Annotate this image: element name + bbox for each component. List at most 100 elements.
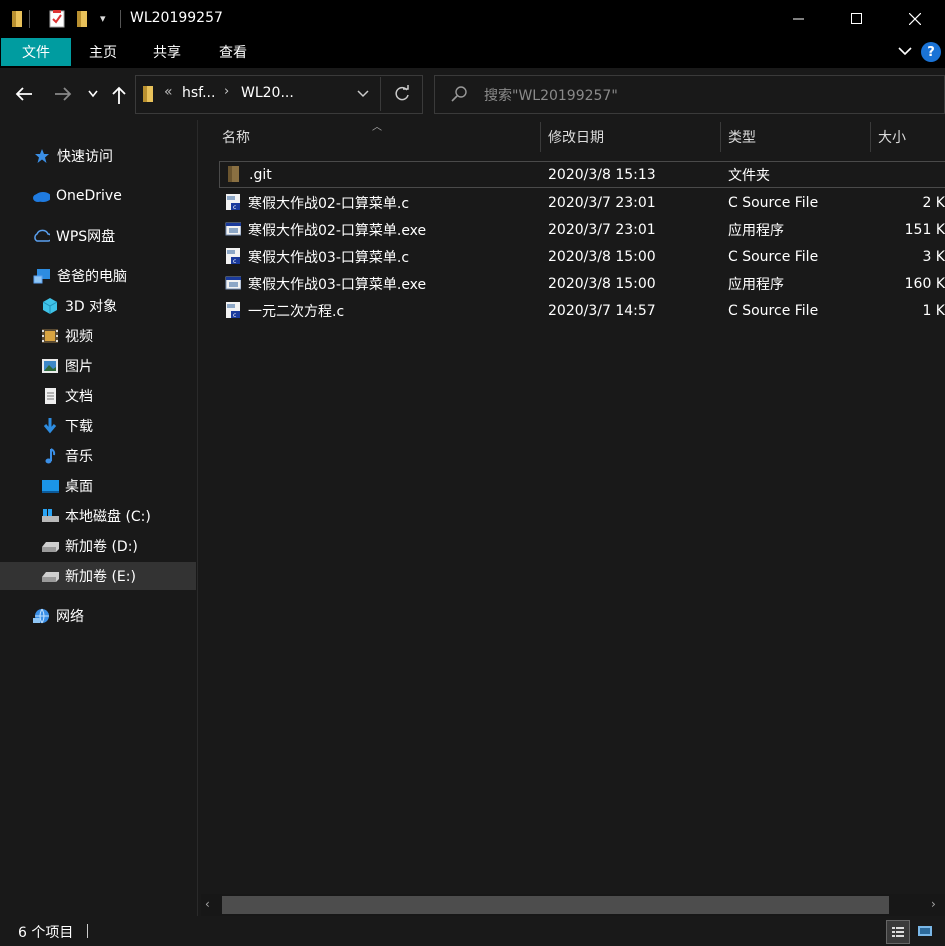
sidebar-item-drive-d[interactable]: 新加卷 (D:) — [0, 532, 196, 560]
chevron-down-icon — [898, 47, 912, 56]
computer-icon — [33, 267, 51, 285]
sidebar-item-videos[interactable]: 视频 — [0, 322, 196, 350]
file-size: 1 K — [922, 302, 945, 319]
tab-home[interactable]: 主页 — [80, 38, 126, 66]
arrow-right-icon — [55, 87, 72, 101]
exe-icon — [225, 222, 241, 236]
file-name: .git — [249, 166, 272, 183]
new-folder-icon[interactable] — [75, 10, 91, 32]
column-separator[interactable] — [870, 122, 871, 152]
sidebar-item-label: 音乐 — [65, 449, 93, 465]
sidebar-item-label: OneDrive — [56, 188, 122, 204]
column-separator[interactable] — [540, 122, 541, 152]
sidebar-item-this-pc[interactable]: 爸爸的电脑 — [0, 262, 196, 290]
arrow-up-icon — [112, 86, 126, 104]
close-button[interactable] — [886, 0, 944, 38]
separator — [29, 10, 30, 28]
folder-icon — [10, 10, 26, 32]
address-bar[interactable]: « hsf... › WL20... — [135, 75, 423, 114]
scroll-thumb[interactable] — [222, 896, 889, 914]
column-header-type[interactable]: 类型 — [728, 122, 868, 152]
up-button[interactable] — [110, 85, 128, 109]
drive-c-icon — [41, 507, 59, 525]
column-separator[interactable] — [720, 122, 721, 152]
file-row[interactable]: 寒假大作战03-口算菜单.exe 2020/3/8 15:00 应用程序 160… — [219, 270, 945, 297]
file-name: 一元二次方程.c — [248, 303, 345, 320]
sidebar-item-3d-objects[interactable]: 3D 对象 — [0, 292, 196, 320]
overflow-breadcrumb[interactable]: « — [164, 84, 173, 100]
file-date: 2020/3/7 23:01 — [548, 194, 656, 211]
sidebar-item-onedrive[interactable]: OneDrive — [0, 182, 196, 210]
scroll-left-button[interactable]: ‹ — [205, 897, 210, 911]
minimize-icon — [793, 18, 804, 20]
file-type: C Source File — [728, 302, 819, 319]
sidebar-item-quick-access[interactable]: 快速访问 — [0, 142, 196, 170]
sidebar-item-label: 网络 — [56, 609, 84, 625]
file-date: 2020/3/7 23:01 — [548, 221, 656, 238]
breadcrumb-item[interactable]: WL20... — [241, 85, 294, 101]
search-box[interactable]: 搜索"WL20199257" — [434, 75, 945, 114]
breadcrumb-item[interactable]: hsf... — [182, 85, 215, 101]
sidebar-item-label: 新加卷 (E:) — [65, 569, 136, 585]
address-history-button[interactable] — [356, 88, 370, 104]
recent-locations-button[interactable] — [86, 88, 100, 104]
large-icons-view-button[interactable] — [914, 921, 936, 941]
sidebar-item-desktop[interactable]: 桌面 — [0, 472, 196, 500]
expand-ribbon-button[interactable] — [897, 43, 913, 63]
sidebar-item-drive-c[interactable]: 本地磁盘 (C:) — [0, 502, 196, 530]
file-size: 3 K — [922, 248, 945, 265]
properties-icon[interactable] — [48, 9, 66, 33]
sidebar-item-downloads[interactable]: 下载 — [0, 412, 196, 440]
column-header-name[interactable]: 名称 — [222, 122, 538, 152]
help-icon[interactable]: ? — [921, 42, 941, 62]
file-name: 寒假大作战03-口算菜单.exe — [248, 276, 427, 293]
file-type: 文件夹 — [728, 167, 770, 184]
drive-icon — [41, 537, 59, 555]
back-button[interactable] — [14, 85, 34, 107]
sidebar-item-documents[interactable]: 文档 — [0, 382, 196, 410]
file-row[interactable]: 寒假大作战02-口算菜单.exe 2020/3/7 23:01 应用程序 151… — [219, 216, 945, 243]
customize-toolbar-icon[interactable]: ▾ — [100, 12, 106, 25]
maximize-button[interactable] — [828, 0, 886, 38]
file-type: 应用程序 — [728, 276, 784, 293]
download-icon — [41, 417, 59, 435]
file-date: 2020/3/7 14:57 — [548, 302, 656, 319]
file-name: 寒假大作战02-口算菜单.exe — [248, 222, 427, 239]
sidebar-item-network[interactable]: 网络 — [0, 602, 196, 630]
file-row[interactable]: .git 2020/3/8 15:13 文件夹 — [219, 161, 945, 188]
sidebar-item-pictures[interactable]: 图片 — [0, 352, 196, 380]
separator — [120, 10, 121, 28]
details-view-button[interactable] — [886, 920, 910, 944]
svg-text:c: c — [233, 204, 236, 211]
tab-file[interactable]: 文件 — [1, 38, 71, 66]
tab-view[interactable]: 查看 — [210, 38, 256, 66]
picture-icon — [41, 357, 59, 375]
maximize-icon — [851, 13, 862, 24]
refresh-button[interactable] — [393, 85, 411, 107]
file-name: 寒假大作战02-口算菜单.c — [248, 195, 410, 212]
forward-button[interactable] — [53, 85, 73, 107]
file-size — [880, 162, 944, 187]
minimize-button[interactable] — [770, 0, 828, 38]
column-header-date[interactable]: 修改日期 — [548, 122, 718, 152]
sidebar-item-wps-drive[interactable]: WPS网盘 — [0, 222, 196, 250]
sidebar-item-label: 视频 — [65, 329, 93, 345]
column-header-size[interactable]: 大小 — [878, 122, 945, 152]
file-row[interactable]: c 寒假大作战03-口算菜单.c 2020/3/8 15:00 C Source… — [219, 243, 945, 270]
sidebar-item-drive-e[interactable]: 新加卷 (E:) — [0, 562, 196, 590]
close-icon — [909, 13, 921, 25]
tab-share[interactable]: 共享 — [144, 38, 190, 66]
document-icon — [41, 387, 59, 405]
scroll-right-button[interactable]: › — [931, 897, 936, 911]
horizontal-scrollbar[interactable]: ‹ › — [201, 894, 945, 916]
desktop-icon — [41, 477, 59, 495]
sidebar-item-music[interactable]: 音乐 — [0, 442, 196, 470]
file-row[interactable]: c 寒假大作战02-口算菜单.c 2020/3/7 23:01 C Source… — [219, 189, 945, 216]
pane-divider — [197, 120, 198, 916]
file-type: C Source File — [728, 248, 819, 265]
exe-icon — [225, 276, 241, 290]
sidebar-item-label: 快速访问 — [57, 149, 113, 165]
search-placeholder: 搜索"WL20199257" — [484, 88, 618, 104]
c-file-icon: c — [226, 302, 240, 319]
file-row[interactable]: c 一元二次方程.c 2020/3/7 14:57 C Source File … — [219, 297, 945, 324]
